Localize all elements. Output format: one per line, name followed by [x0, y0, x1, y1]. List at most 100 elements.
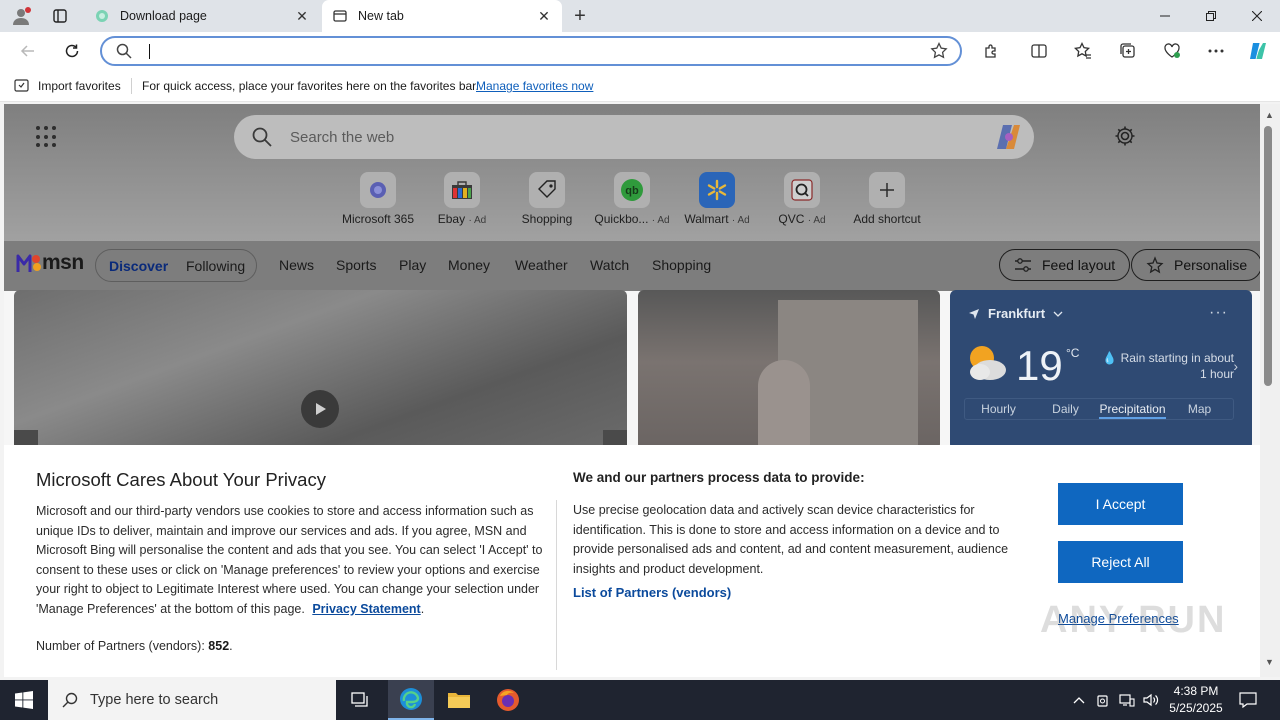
favorites-star-icon — [1074, 42, 1091, 59]
weather-card[interactable]: Frankfurt ··· 19 °C 💧 Rain starting in a… — [950, 290, 1252, 450]
close-tab-icon[interactable]: ✕ — [536, 8, 552, 24]
divider — [131, 78, 132, 94]
address-bar[interactable] — [100, 36, 962, 66]
reject-all-button[interactable]: Reject All — [1058, 541, 1183, 583]
new-tab-button[interactable]: + — [568, 4, 592, 28]
folder-icon — [448, 693, 470, 708]
msn-logo[interactable]: msn — [16, 251, 84, 275]
copilot-search-icon[interactable] — [994, 123, 1024, 151]
nav-shopping[interactable]: Shopping — [652, 257, 711, 273]
weather-tab-map[interactable]: Map — [1166, 399, 1233, 419]
restore-button[interactable] — [1188, 0, 1234, 32]
feed-toggle: Discover Following — [95, 249, 257, 282]
story-image-subject — [758, 360, 810, 450]
weather-more-icon[interactable]: ··· — [1209, 304, 1228, 322]
profile-avatar[interactable] — [8, 4, 34, 28]
privacy-statement-link[interactable]: Privacy Statement — [312, 602, 420, 616]
play-icon[interactable] — [301, 390, 339, 428]
sparkle-star-icon — [1146, 256, 1164, 274]
shortcut-qvc[interactable]: QVC · Ad — [757, 172, 847, 226]
page-scrollbar[interactable]: ▲ ▼ — [1260, 104, 1280, 677]
extensions-button[interactable] — [977, 37, 1005, 65]
apps-launcher-icon[interactable] — [36, 126, 58, 148]
close-tab-icon[interactable]: ✕ — [294, 8, 310, 24]
tab-download-page[interactable]: Download page ✕ — [84, 0, 320, 32]
shortcut-shopping[interactable]: Shopping — [502, 172, 592, 226]
scroll-up-icon[interactable]: ▲ — [1265, 110, 1274, 120]
taskbar-search-box[interactable]: Type here to search — [48, 680, 336, 720]
temperature-value: 19 — [1016, 342, 1063, 389]
shortcut-microsoft-365[interactable]: Microsoft 365 — [333, 172, 423, 226]
nav-weather[interactable]: Weather — [515, 257, 568, 273]
taskbar-firefox-button[interactable] — [485, 680, 531, 720]
tab-following[interactable]: Following — [186, 258, 245, 274]
weather-tab-daily[interactable]: Daily — [1032, 399, 1099, 419]
divider — [556, 500, 557, 670]
feed-layout-button[interactable]: Feed layout — [999, 249, 1131, 281]
search-icon — [252, 127, 272, 150]
import-favorites-button[interactable]: Import favorites — [14, 78, 121, 94]
shortcut-quickbooks[interactable]: qb Quickbo... · Ad — [587, 172, 677, 226]
favorites-button[interactable] — [1069, 37, 1097, 65]
collections-button[interactable] — [1114, 37, 1142, 65]
chevron-down-icon — [1053, 311, 1063, 317]
settings-more-button[interactable] — [1202, 37, 1230, 65]
notification-icon — [1239, 692, 1257, 708]
favorite-star-icon[interactable] — [930, 41, 948, 63]
tab-actions-button[interactable] — [44, 4, 76, 28]
back-arrow-icon — [20, 45, 34, 57]
video-story-card[interactable] — [14, 290, 627, 450]
scrollbar-thumb[interactable] — [1264, 126, 1272, 386]
minimize-button[interactable] — [1142, 0, 1188, 32]
start-button[interactable] — [0, 680, 48, 720]
page-settings-button[interactable] — [1114, 125, 1136, 150]
split-screen-button[interactable] — [1025, 37, 1053, 65]
shortcut-walmart[interactable]: Walmart · Ad — [672, 172, 762, 226]
data-purposes-title: We and our partners process data to prov… — [573, 470, 865, 485]
tab-discover[interactable]: Discover — [109, 258, 168, 274]
volume-icon[interactable] — [1140, 680, 1162, 720]
gear-icon — [1115, 126, 1135, 146]
taskbar-explorer-button[interactable] — [436, 680, 482, 720]
weather-location[interactable]: Frankfurt — [968, 306, 1063, 321]
chevron-right-icon[interactable]: › — [1233, 358, 1238, 374]
close-window-button[interactable] — [1234, 0, 1280, 32]
shortcut-label: Add shortcut — [853, 212, 921, 226]
taskbar-edge-button[interactable] — [388, 680, 434, 720]
partners-number: 852 — [208, 639, 230, 653]
copilot-button[interactable] — [1244, 37, 1272, 65]
list-of-partners-link[interactable]: List of Partners (vendors) — [573, 585, 731, 600]
nav-money[interactable]: Money — [448, 257, 490, 273]
personalise-button[interactable]: Personalise — [1131, 249, 1260, 281]
task-view-button[interactable] — [337, 680, 383, 720]
add-shortcut-button[interactable]: Add shortcut — [842, 172, 932, 226]
edge-icon — [400, 688, 422, 710]
shortcut-ebay[interactable]: Ebay · Ad — [417, 172, 507, 226]
network-icon[interactable] — [1116, 680, 1138, 720]
weather-tab-precipitation[interactable]: Precipitation — [1099, 399, 1166, 419]
scroll-down-icon[interactable]: ▼ — [1265, 657, 1274, 667]
refresh-button[interactable] — [58, 37, 86, 65]
chevron-up-icon — [1073, 697, 1085, 704]
text-cursor — [149, 44, 150, 59]
tray-device-icon[interactable] — [1092, 680, 1114, 720]
shortcut-label: Ebay — [437, 212, 466, 226]
nav-news[interactable]: News — [279, 257, 314, 273]
nav-watch[interactable]: Watch — [590, 257, 629, 273]
nav-sports[interactable]: Sports — [336, 257, 376, 273]
web-search-box[interactable]: Search the web — [234, 115, 1034, 159]
taskbar-clock[interactable]: 4:38 PM 5/25/2025 — [1164, 683, 1228, 717]
minimize-icon — [1160, 15, 1170, 17]
notifications-button[interactable] — [1232, 680, 1264, 720]
photo-story-card[interactable] — [638, 290, 940, 450]
collections-icon — [1120, 43, 1135, 58]
firefox-icon — [497, 689, 519, 711]
manage-favorites-link[interactable]: Manage favorites now — [476, 79, 593, 93]
accept-button[interactable]: I Accept — [1058, 483, 1183, 525]
back-button[interactable] — [14, 37, 42, 65]
weather-tab-hourly[interactable]: Hourly — [965, 399, 1032, 419]
browser-essentials-button[interactable] — [1158, 37, 1186, 65]
tab-new-tab[interactable]: New tab ✕ — [322, 0, 562, 32]
show-hidden-icons-button[interactable] — [1068, 680, 1090, 720]
nav-play[interactable]: Play — [399, 257, 426, 273]
